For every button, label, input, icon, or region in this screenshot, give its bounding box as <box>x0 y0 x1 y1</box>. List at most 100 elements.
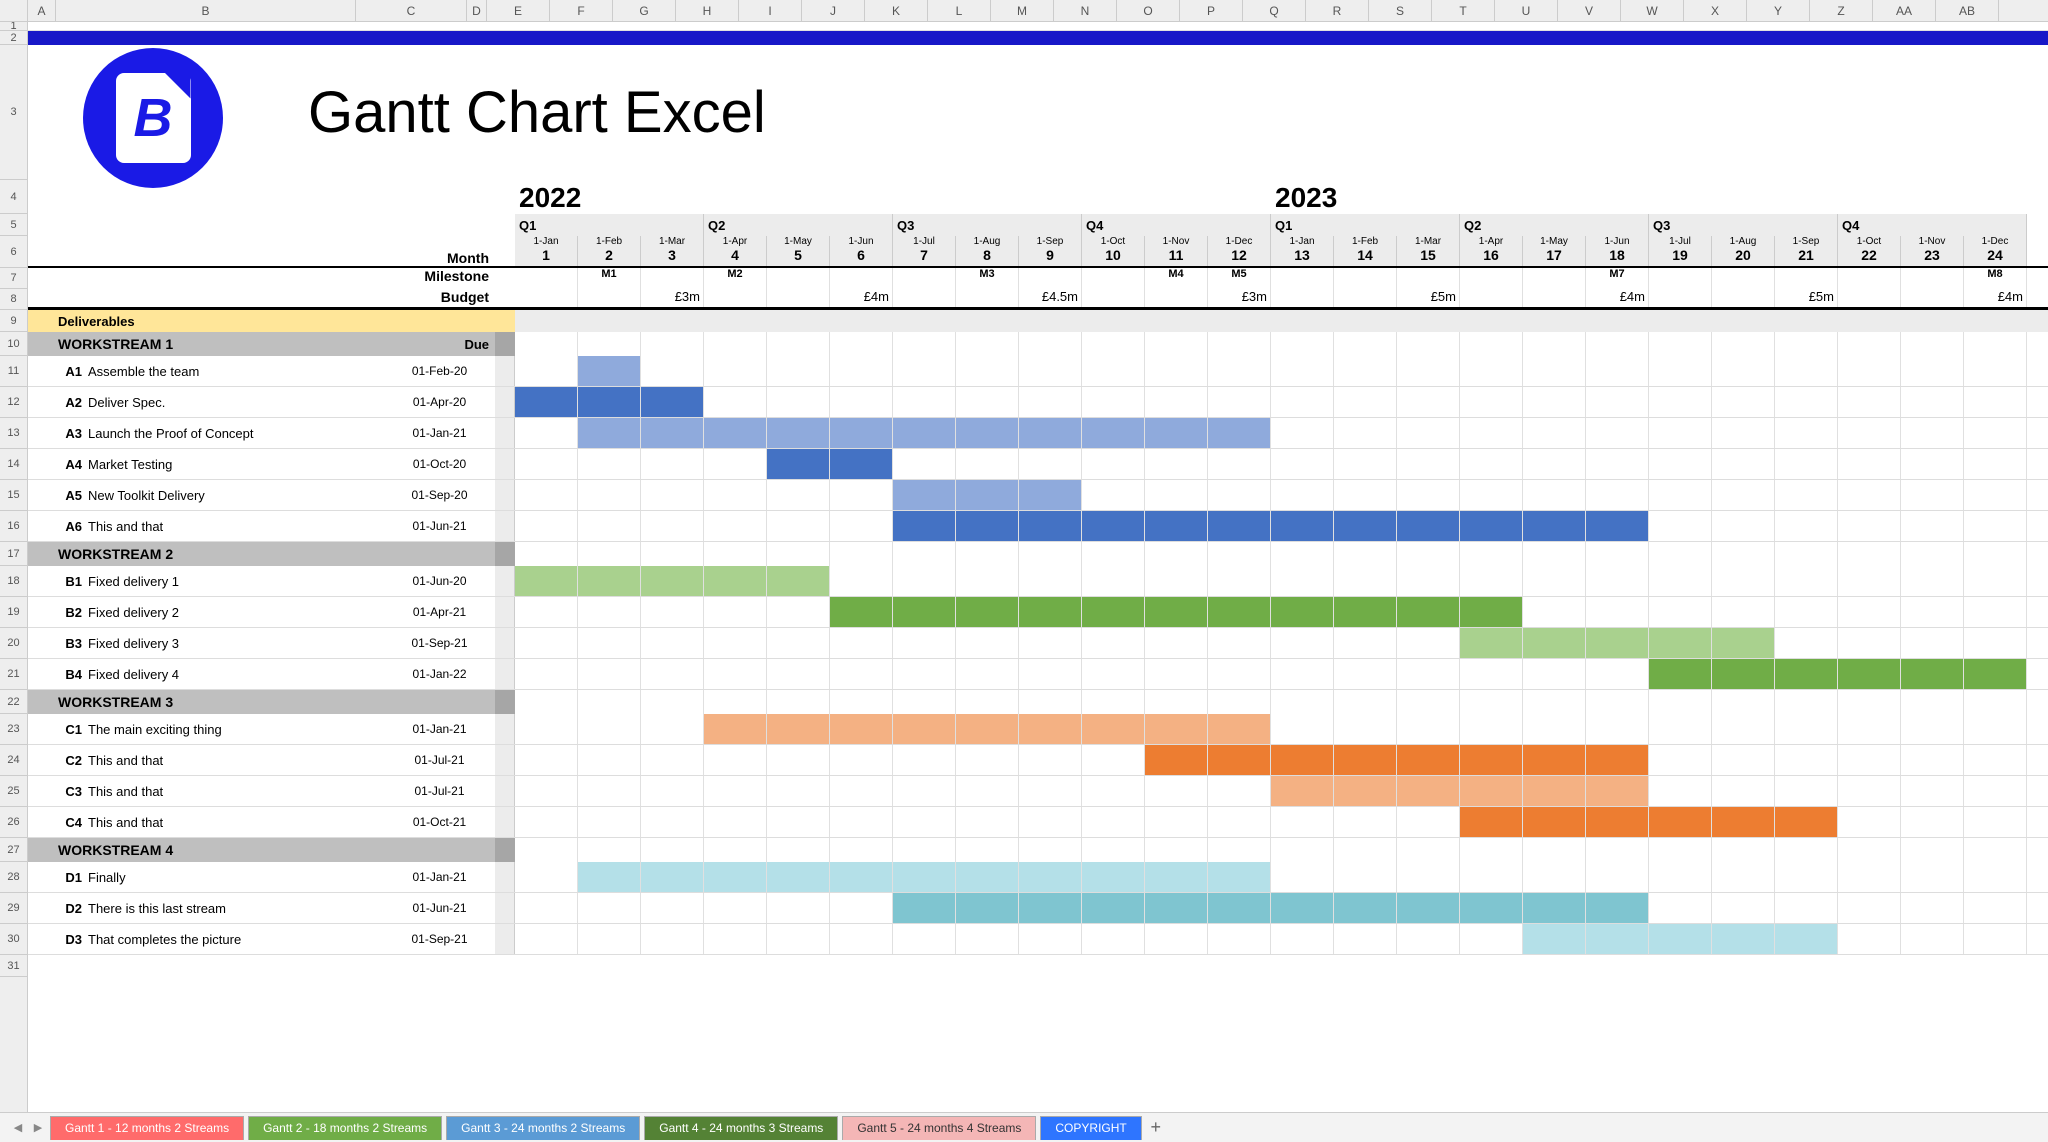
row-header-20[interactable]: 20 <box>0 628 27 659</box>
gantt-cell[interactable] <box>515 480 578 510</box>
gantt-bar-segment[interactable] <box>1208 893 1271 923</box>
gantt-bar-segment[interactable] <box>893 893 956 923</box>
row-header-2[interactable]: 2 <box>0 31 27 45</box>
gantt-cell[interactable] <box>1838 566 1901 596</box>
gantt-cell[interactable] <box>1712 387 1775 417</box>
gantt-cell[interactable] <box>578 480 641 510</box>
sheet-tab[interactable]: Gantt 1 - 12 months 2 Streams <box>50 1116 244 1140</box>
milestone-cell[interactable] <box>1901 268 1964 289</box>
gantt-cell[interactable] <box>830 566 893 596</box>
gantt-bar-segment[interactable] <box>704 418 767 448</box>
gantt-cell[interactable] <box>515 714 578 744</box>
gantt-cell[interactable] <box>1523 714 1586 744</box>
gantt-cell[interactable] <box>1901 387 1964 417</box>
gantt-bar-segment[interactable] <box>1586 628 1649 658</box>
gantt-bar-segment[interactable] <box>1586 924 1649 954</box>
gantt-cell[interactable] <box>1334 659 1397 689</box>
gantt-cell[interactable] <box>1397 862 1460 892</box>
gantt-cell[interactable] <box>893 387 956 417</box>
gantt-bar-segment[interactable] <box>767 418 830 448</box>
gantt-cell[interactable] <box>1019 659 1082 689</box>
gantt-cell[interactable] <box>1838 924 1901 954</box>
row-header-15[interactable]: 15 <box>0 480 27 511</box>
gantt-cell[interactable] <box>1397 418 1460 448</box>
gantt-cell[interactable] <box>1964 566 2027 596</box>
row-header-14[interactable]: 14 <box>0 449 27 480</box>
gantt-cell[interactable] <box>1712 356 1775 386</box>
column-header-T[interactable]: T <box>1432 0 1495 21</box>
gantt-cell[interactable] <box>1397 659 1460 689</box>
milestone-cell[interactable]: M3 <box>956 268 1019 289</box>
gantt-cell[interactable] <box>767 628 830 658</box>
gantt-cell[interactable] <box>1271 418 1334 448</box>
gantt-cell[interactable] <box>1586 418 1649 448</box>
gantt-cell[interactable] <box>1145 480 1208 510</box>
gantt-cell[interactable] <box>1838 714 1901 744</box>
gantt-cell[interactable] <box>1460 387 1523 417</box>
task-row[interactable]: B2Fixed delivery 201-Apr-21 <box>28 597 2048 628</box>
gantt-cell[interactable] <box>1964 628 2027 658</box>
gantt-cell[interactable] <box>1208 480 1271 510</box>
gantt-bar-segment[interactable] <box>956 714 1019 744</box>
gantt-bar-segment[interactable] <box>1082 418 1145 448</box>
gantt-cell[interactable] <box>893 776 956 806</box>
gantt-cell[interactable] <box>1460 714 1523 744</box>
gantt-cell[interactable] <box>1712 862 1775 892</box>
gantt-bar-segment[interactable] <box>1208 511 1271 541</box>
gantt-bar-segment[interactable] <box>1271 893 1334 923</box>
gantt-cell[interactable] <box>1901 566 1964 596</box>
gantt-cell[interactable] <box>893 566 956 596</box>
column-header-A[interactable]: A <box>28 0 56 21</box>
gantt-cell[interactable] <box>1586 387 1649 417</box>
gantt-cell[interactable] <box>1838 387 1901 417</box>
gantt-cell[interactable] <box>1397 628 1460 658</box>
task-row[interactable]: A5New Toolkit Delivery01-Sep-20 <box>28 480 2048 511</box>
gantt-bar-segment[interactable] <box>1019 418 1082 448</box>
gantt-bar-segment[interactable] <box>1523 893 1586 923</box>
gantt-cell[interactable] <box>1082 566 1145 596</box>
gantt-cell[interactable] <box>767 659 830 689</box>
column-header-N[interactable]: N <box>1054 0 1117 21</box>
gantt-bar-segment[interactable] <box>1145 714 1208 744</box>
gantt-cell[interactable] <box>1838 418 1901 448</box>
gantt-cell[interactable] <box>1523 387 1586 417</box>
gantt-cell[interactable] <box>578 597 641 627</box>
gantt-cell[interactable] <box>1901 745 1964 775</box>
gantt-cell[interactable] <box>1649 566 1712 596</box>
gantt-bar-segment[interactable] <box>515 566 578 596</box>
gantt-cell[interactable] <box>893 628 956 658</box>
budget-cell[interactable] <box>1460 289 1523 307</box>
gantt-bar-segment[interactable] <box>956 480 1019 510</box>
gantt-cell[interactable] <box>1964 480 2027 510</box>
tab-nav-next-icon[interactable]: ▶ <box>28 1118 48 1138</box>
gantt-bar-segment[interactable] <box>1523 924 1586 954</box>
gantt-cell[interactable] <box>830 776 893 806</box>
row-header-25[interactable]: 25 <box>0 776 27 807</box>
milestone-cell[interactable] <box>830 268 893 289</box>
gantt-cell[interactable] <box>641 807 704 837</box>
milestone-cell[interactable] <box>1712 268 1775 289</box>
gantt-bar-segment[interactable] <box>1145 511 1208 541</box>
gantt-cell[interactable] <box>1145 356 1208 386</box>
row-header-1[interactable]: 1 <box>0 22 27 31</box>
budget-cell[interactable]: £5m <box>1397 289 1460 307</box>
gantt-bar-segment[interactable] <box>1082 893 1145 923</box>
gantt-cell[interactable] <box>1712 511 1775 541</box>
gantt-bar-segment[interactable] <box>578 418 641 448</box>
gantt-cell[interactable] <box>578 511 641 541</box>
gantt-cell[interactable] <box>1334 807 1397 837</box>
gantt-cell[interactable] <box>1208 566 1271 596</box>
gantt-cell[interactable] <box>1334 449 1397 479</box>
sheet-tab[interactable]: Gantt 4 - 24 months 3 Streams <box>644 1116 838 1140</box>
gantt-cell[interactable] <box>1901 418 1964 448</box>
gantt-bar-segment[interactable] <box>1019 511 1082 541</box>
gantt-bar-segment[interactable] <box>1460 511 1523 541</box>
gantt-bar-segment[interactable] <box>704 566 767 596</box>
column-header-I[interactable]: I <box>739 0 802 21</box>
gantt-cell[interactable] <box>704 356 767 386</box>
column-header-U[interactable]: U <box>1495 0 1558 21</box>
gantt-cell[interactable] <box>1082 807 1145 837</box>
milestone-cell[interactable]: M7 <box>1586 268 1649 289</box>
gantt-bar-segment[interactable] <box>956 418 1019 448</box>
gantt-cell[interactable] <box>1775 449 1838 479</box>
